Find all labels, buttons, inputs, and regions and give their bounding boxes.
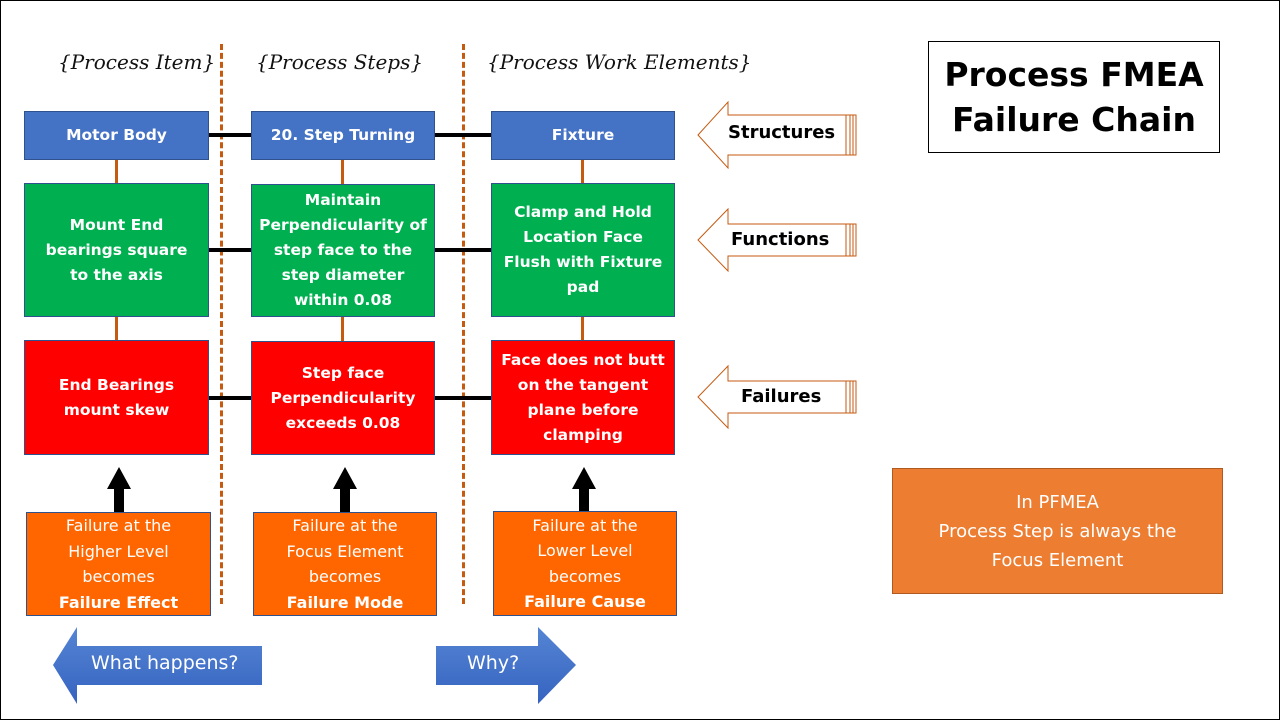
failure-mode-box: Step face Perpendicularity exceeds 0.08: [251, 341, 435, 455]
up-arrow-icon: [107, 467, 131, 515]
title-line-2: Failure Chain: [952, 100, 1196, 139]
focus-element-note: In PFMEA Process Step is always the Focu…: [892, 468, 1223, 594]
explanation-term: Failure Mode: [286, 592, 404, 612]
explanation-failure-cause: Failure at the Lower Level becomes Failu…: [493, 511, 677, 616]
column-header-process-work-elements: {Process Work Elements}: [487, 50, 752, 74]
connector-item-function-failure: [115, 316, 118, 341]
connector-item-structure-function: [115, 159, 118, 184]
row-label-structures: Structures: [728, 122, 836, 143]
function-process-item: Mount End bearings square to the axis: [24, 183, 209, 317]
column-divider-left: [220, 44, 223, 604]
connector-step-function-failure: [341, 316, 344, 342]
column-header-process-item: {Process Item}: [58, 50, 216, 74]
function-process-step: Maintain Perpendicularity of step face t…: [251, 184, 435, 317]
explanation-line: Higher Level: [68, 541, 169, 561]
connector-structure-item-step: [208, 133, 252, 137]
why-label: Why?: [467, 652, 520, 674]
row-label-failures: Failures: [741, 386, 822, 407]
title-line-1: Process FMEA: [944, 55, 1204, 94]
column-divider-right: [462, 44, 465, 604]
explanation-line: Lower Level: [537, 541, 633, 560]
failure-effect-box: End Bearings mount skew: [24, 340, 209, 455]
connector-structure-step-element: [434, 133, 492, 137]
column-header-process-steps: {Process Steps}: [256, 50, 424, 74]
failure-cause-box: Face does not butt on the tangent plane …: [491, 340, 675, 455]
explanation-line: Failure at the: [532, 515, 638, 535]
function-work-element: Clamp and Hold Location Face Flush with …: [491, 183, 675, 317]
explanation-line: Failure at the: [65, 516, 172, 535]
connector-element-structure-function: [581, 159, 584, 184]
explanation-line: becomes: [82, 567, 155, 586]
connector-element-function-failure: [581, 316, 584, 341]
note-line: In PFMEA: [1016, 491, 1099, 513]
up-arrow-icon: [572, 467, 596, 513]
explanation-line: becomes: [308, 567, 382, 586]
note-line: Process Step is always the: [938, 520, 1177, 542]
connector-function-item-step: [208, 248, 252, 252]
up-arrow-icon: [333, 467, 357, 515]
note-line: Focus Element: [991, 549, 1124, 571]
explanation-line: Focus Element: [286, 541, 404, 561]
connector-failure-item-step: [208, 396, 252, 400]
connector-function-step-element: [434, 248, 492, 252]
connector-step-structure-function: [341, 159, 344, 184]
row-label-functions: Functions: [731, 229, 830, 250]
structure-process-item: Motor Body: [24, 111, 209, 160]
page-title: Process FMEA Failure Chain: [928, 41, 1220, 153]
explanation-term: Failure Effect: [58, 592, 179, 612]
explanation-term: Failure Cause: [524, 592, 646, 611]
explanation-failure-effect: Failure at the Higher Level becomes Fail…: [26, 512, 211, 616]
what-happens-label: What happens?: [91, 652, 239, 674]
structure-work-element: Fixture: [491, 111, 675, 160]
structure-process-step: 20. Step Turning: [251, 111, 435, 160]
connector-failure-step-element: [434, 396, 492, 400]
explanation-line: becomes: [548, 566, 622, 586]
explanation-line: Failure at the: [292, 516, 398, 535]
explanation-failure-mode: Failure at the Focus Element becomes Fai…: [253, 512, 437, 616]
